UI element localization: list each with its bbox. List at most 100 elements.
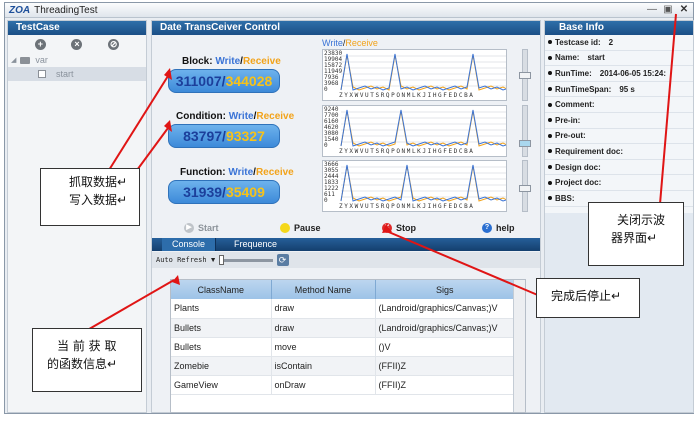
- write-series-line: [340, 109, 506, 147]
- column-header[interactable]: ClassName: [171, 280, 272, 299]
- info-label: RunTimeSpan:: [555, 84, 612, 94]
- tree-item-start[interactable]: start: [8, 67, 146, 81]
- table-header-row: ClassName Method Name Sigs: [171, 280, 515, 299]
- receive-word: Receive: [255, 167, 294, 178]
- callout-line: 器界面↵: [611, 231, 658, 245]
- slider-thumb[interactable]: [218, 254, 224, 265]
- info-label: Project doc:: [555, 178, 602, 188]
- callout-line: 关闭示波: [617, 213, 666, 227]
- table-cell: Plants: [171, 299, 272, 319]
- info-value: 95 s: [619, 84, 635, 94]
- table-row[interactable]: Zomebie isContain (FFII)Z: [171, 356, 515, 376]
- table-cell: (FFII)Z: [375, 356, 515, 376]
- console-toolbar: Auto Refresh ▼ ⟳: [152, 252, 540, 268]
- table-row[interactable]: Plants draw (Landroid/graphics/Canvas;)V: [171, 299, 515, 319]
- info-value: 2014-06-05 15:24:: [599, 68, 667, 78]
- condition-slider[interactable]: [519, 105, 531, 157]
- dropdown-icon[interactable]: ▼: [210, 257, 217, 264]
- write-series-line: [340, 164, 506, 202]
- restore-button[interactable]: ▣: [662, 4, 674, 16]
- edit-icon[interactable]: ⊘: [108, 38, 120, 50]
- minimize-button[interactable]: —: [646, 4, 658, 16]
- x-tick-labels: ZYXWVUTSRQPONMLKJIHGFEDCBA: [339, 203, 475, 210]
- condition-label: Condition: Write/Receive: [176, 111, 294, 122]
- console-tabbar: Console Frequence: [152, 238, 540, 251]
- table-cell: (Landroid/graphics/Canvas;)V: [375, 299, 515, 319]
- vertical-scrollbar[interactable]: [513, 280, 525, 412]
- testcase-header: TestCase: [8, 21, 146, 35]
- checkbox[interactable]: [38, 70, 46, 78]
- base-info-list: Testcase id: 2 Name: start RunTime: 2014-06-0…: [545, 35, 693, 213]
- info-row: Name: start: [545, 51, 693, 67]
- table-row[interactable]: Bullets draw (Landroid/graphics/Canvas;)V: [171, 318, 515, 338]
- legend-receive: Receive: [345, 38, 378, 48]
- column-header[interactable]: Sigs: [375, 280, 515, 299]
- bullet-icon: [548, 87, 552, 92]
- function-table: ClassName Method Name Sigs Plants draw (La…: [170, 279, 526, 413]
- y-tick-label: 0: [324, 142, 328, 149]
- refresh-slider[interactable]: [218, 254, 273, 265]
- callout-line: 的函数信息↵: [47, 357, 118, 371]
- auto-refresh-label: Auto Refresh: [156, 256, 207, 264]
- table-cell: GameView: [171, 375, 272, 395]
- info-label: Comment:: [555, 100, 595, 110]
- info-label: Pre-out:: [555, 131, 586, 141]
- tree-item-label: var: [35, 55, 48, 65]
- callout-line: 当 前 获 取: [57, 339, 117, 353]
- info-row: Project doc:: [545, 175, 693, 191]
- receive-word: Receive: [242, 56, 281, 67]
- slider-thumb[interactable]: [519, 72, 531, 79]
- help-label: help: [496, 223, 515, 233]
- column-header[interactable]: Method Name: [271, 280, 376, 299]
- write-series-line: [340, 53, 506, 91]
- title-bar: ZOA ThreadingTest — ▣ ✕: [5, 3, 693, 18]
- info-label: RunTime:: [555, 68, 592, 78]
- stop-icon: ✕: [382, 223, 392, 233]
- tab-frequence[interactable]: Frequence: [224, 238, 287, 251]
- bullet-icon: [548, 165, 552, 170]
- function-value-box: 31939/35409: [168, 180, 280, 204]
- base-info-header: Base Info: [545, 21, 693, 35]
- refresh-icon[interactable]: ⟳: [276, 254, 289, 266]
- info-label: BBS:: [555, 193, 575, 203]
- stop-button[interactable]: ✕ Stop: [382, 223, 416, 233]
- window-title: ThreadingTest: [34, 4, 98, 16]
- block-label: Block: Write/Receive: [182, 56, 281, 67]
- receive-series-line: [340, 110, 506, 147]
- legend-write: Write: [322, 38, 343, 48]
- function-write-value: 31939: [183, 184, 223, 200]
- expand-triangle-icon[interactable]: ◢: [11, 56, 16, 64]
- bullet-icon: [548, 71, 552, 76]
- tree-item-label: start: [56, 69, 74, 79]
- function-slider[interactable]: [519, 160, 531, 212]
- table-cell: draw: [271, 299, 376, 319]
- table-cell: move: [271, 337, 376, 357]
- block-slider[interactable]: [519, 49, 531, 101]
- block-write-value: 311007: [175, 73, 222, 89]
- bullet-icon: [548, 40, 552, 45]
- slider-thumb[interactable]: [519, 140, 531, 147]
- table-cell: ()V: [375, 337, 515, 357]
- callout-func: 当 前 获 取 的函数信息↵: [32, 328, 142, 392]
- close-button[interactable]: ✕: [678, 4, 690, 16]
- tab-console[interactable]: Console: [162, 238, 217, 251]
- tree-item-var[interactable]: ◢ var: [8, 53, 146, 67]
- pause-button[interactable]: Pause: [280, 223, 321, 233]
- function-receive-value: 35409: [225, 184, 265, 200]
- table-cell: (Landroid/graphics/Canvas;)V: [375, 318, 515, 338]
- remove-icon[interactable]: ×: [71, 38, 83, 50]
- help-button[interactable]: ? help: [482, 223, 515, 233]
- add-icon[interactable]: +: [34, 38, 46, 50]
- table-row[interactable]: Bullets move ()V: [171, 337, 515, 357]
- bullet-icon: [548, 102, 552, 107]
- slider-thumb[interactable]: [519, 185, 531, 192]
- condition-value-box: 83797/93327: [168, 124, 280, 148]
- table-row[interactable]: GameView onDraw (FFII)Z: [171, 375, 515, 395]
- function-graph: 3666 3055 2444 1833 1222 611 0 ZYXWVUTSRQPONMLK…: [322, 160, 507, 212]
- info-row: Pre-out:: [545, 129, 693, 145]
- callout-line: 完成后停止↵: [551, 289, 622, 303]
- start-button[interactable]: ▶ Start: [184, 223, 219, 233]
- info-label: Testcase id:: [555, 37, 601, 47]
- table-cell: Zomebie: [171, 356, 272, 376]
- info-value: 2: [608, 37, 614, 47]
